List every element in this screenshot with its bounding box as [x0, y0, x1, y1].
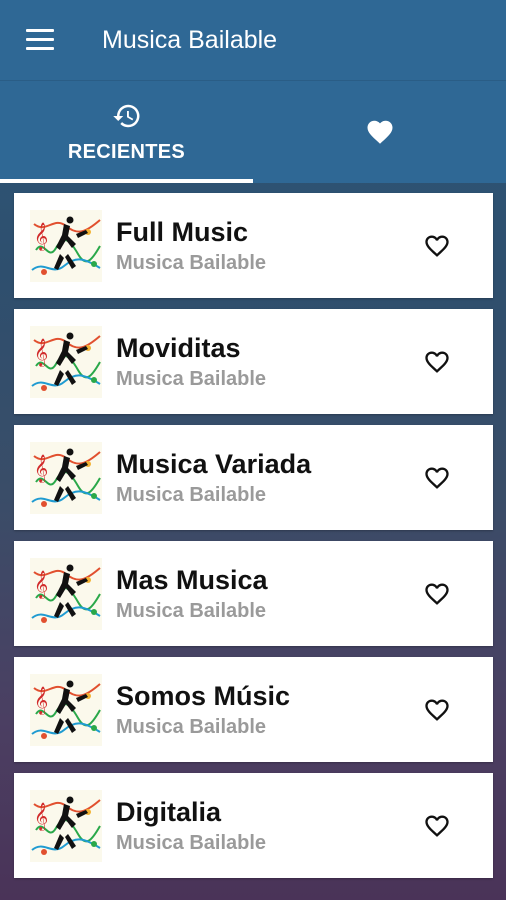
station-subtitle: Musica Bailable — [116, 367, 267, 390]
heart-outline-icon — [425, 583, 449, 605]
station-subtitle: Musica Bailable — [116, 251, 267, 274]
station-title: Digitalia — [116, 796, 222, 827]
tab-recientes-label: RECIENTES — [67, 140, 186, 163]
heart-outline-icon — [425, 467, 449, 489]
station-title: Mas Musica — [116, 564, 268, 595]
svg-text:𝄞: 𝄞 — [34, 222, 48, 251]
list-item[interactable]: 𝄞 Digitalia Musica Bailable — [14, 773, 493, 878]
station-thumbnail: 𝄞 — [30, 557, 102, 630]
favorite-button[interactable] — [421, 695, 453, 725]
tab-indicator — [0, 179, 253, 183]
station-subtitle: Musica Bailable — [116, 715, 267, 738]
station-thumbnail: 𝄞 — [30, 673, 102, 746]
tab-favorites[interactable] — [253, 81, 506, 183]
heart-outline-icon — [425, 351, 449, 373]
heart-outline-icon — [425, 815, 449, 837]
list-item[interactable]: 𝄞 Full Music Musica Bailable — [14, 193, 493, 298]
station-subtitle: Musica Bailable — [116, 483, 267, 506]
station-thumbnail: 𝄞 — [30, 441, 102, 514]
svg-text:𝄞: 𝄞 — [34, 570, 48, 599]
list-item[interactable]: 𝄞 Somos Músic Musica Bailable — [14, 657, 493, 762]
favorite-button[interactable] — [421, 347, 453, 377]
station-thumbnail: 𝄞 — [30, 209, 102, 282]
heart-icon — [367, 120, 392, 144]
favorite-button[interactable] — [421, 463, 453, 493]
station-thumbnail: 𝄞 — [30, 789, 102, 862]
app-bar: Musica Bailable — [0, 0, 506, 80]
list-item[interactable]: 𝄞 Moviditas Musica Bailable — [14, 309, 493, 414]
svg-text:𝄞: 𝄞 — [34, 802, 48, 831]
station-thumbnail: 𝄞 — [30, 325, 102, 398]
menu-icon[interactable] — [26, 29, 54, 51]
station-title: Full Music — [116, 216, 249, 247]
heart-outline-icon — [425, 699, 449, 721]
station-title: Moviditas — [116, 332, 241, 363]
radio-list: 𝄞 Full Music Musica Bailable 𝄞 Moviditas… — [14, 193, 493, 889]
svg-text:𝄞: 𝄞 — [34, 338, 48, 367]
list-item[interactable]: 𝄞 Musica Variada Musica Bailable — [14, 425, 493, 530]
favorite-button[interactable] — [421, 811, 453, 841]
heart-outline-icon — [425, 235, 449, 257]
favorite-button[interactable] — [421, 231, 453, 261]
list-item[interactable]: 𝄞 Mas Musica Musica Bailable — [14, 541, 493, 646]
favorite-button[interactable] — [421, 579, 453, 609]
tab-recientes[interactable]: RECIENTES — [0, 81, 253, 183]
station-subtitle: Musica Bailable — [116, 599, 267, 622]
station-title: Somos Músic — [116, 680, 291, 711]
station-title: Musica Variada — [116, 448, 312, 479]
station-subtitle: Musica Bailable — [116, 831, 267, 854]
svg-text:𝄞: 𝄞 — [34, 454, 48, 483]
svg-text:𝄞: 𝄞 — [34, 686, 48, 715]
tab-bar: RECIENTES — [0, 80, 506, 183]
history-icon — [112, 104, 139, 127]
app-title: Musica Bailable — [102, 25, 278, 54]
